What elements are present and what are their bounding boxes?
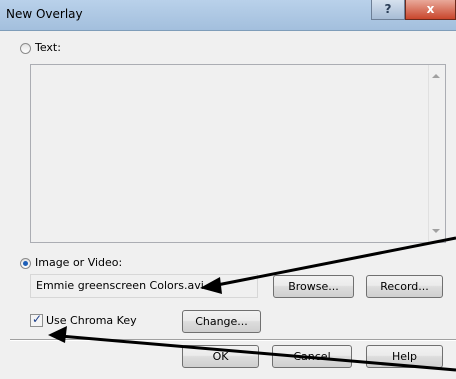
change-button[interactable]: Change... xyxy=(182,310,261,333)
image-video-radio[interactable] xyxy=(20,258,31,269)
cancel-button[interactable]: Cancel xyxy=(272,345,352,368)
new-overlay-dialog: New Overlay ? x Text: Image or Video: Em… xyxy=(0,0,456,379)
text-input-area[interactable] xyxy=(30,64,446,243)
scroll-down-icon[interactable] xyxy=(432,229,440,233)
title-help-button[interactable]: ? xyxy=(371,0,405,20)
chroma-key-label: Use Chroma Key xyxy=(46,314,137,327)
checkmark-icon: ✓ xyxy=(32,312,43,326)
title-close-button[interactable]: x xyxy=(405,0,456,20)
text-area-scrollbar[interactable] xyxy=(428,65,445,242)
title-bar[interactable]: New Overlay ? x xyxy=(0,0,456,31)
chroma-key-checkbox[interactable]: ✓ xyxy=(30,312,43,327)
question-mark-icon: ? xyxy=(384,2,392,16)
separator xyxy=(10,339,456,341)
help-button[interactable]: Help xyxy=(366,345,443,368)
filename-field[interactable]: Emmie greenscreen Colors.avi xyxy=(30,274,258,298)
filename-value: Emmie greenscreen Colors.avi xyxy=(36,279,204,292)
close-icon: x xyxy=(426,2,435,16)
record-button[interactable]: Record... xyxy=(366,275,443,298)
ok-button[interactable]: OK xyxy=(182,345,259,368)
scroll-up-icon[interactable] xyxy=(432,74,440,78)
image-video-radio-label: Image or Video: xyxy=(35,256,123,269)
window-title: New Overlay xyxy=(6,7,83,21)
text-radio-label: Text: xyxy=(35,41,61,54)
text-radio[interactable] xyxy=(20,43,31,54)
browse-button[interactable]: Browse... xyxy=(273,275,354,298)
